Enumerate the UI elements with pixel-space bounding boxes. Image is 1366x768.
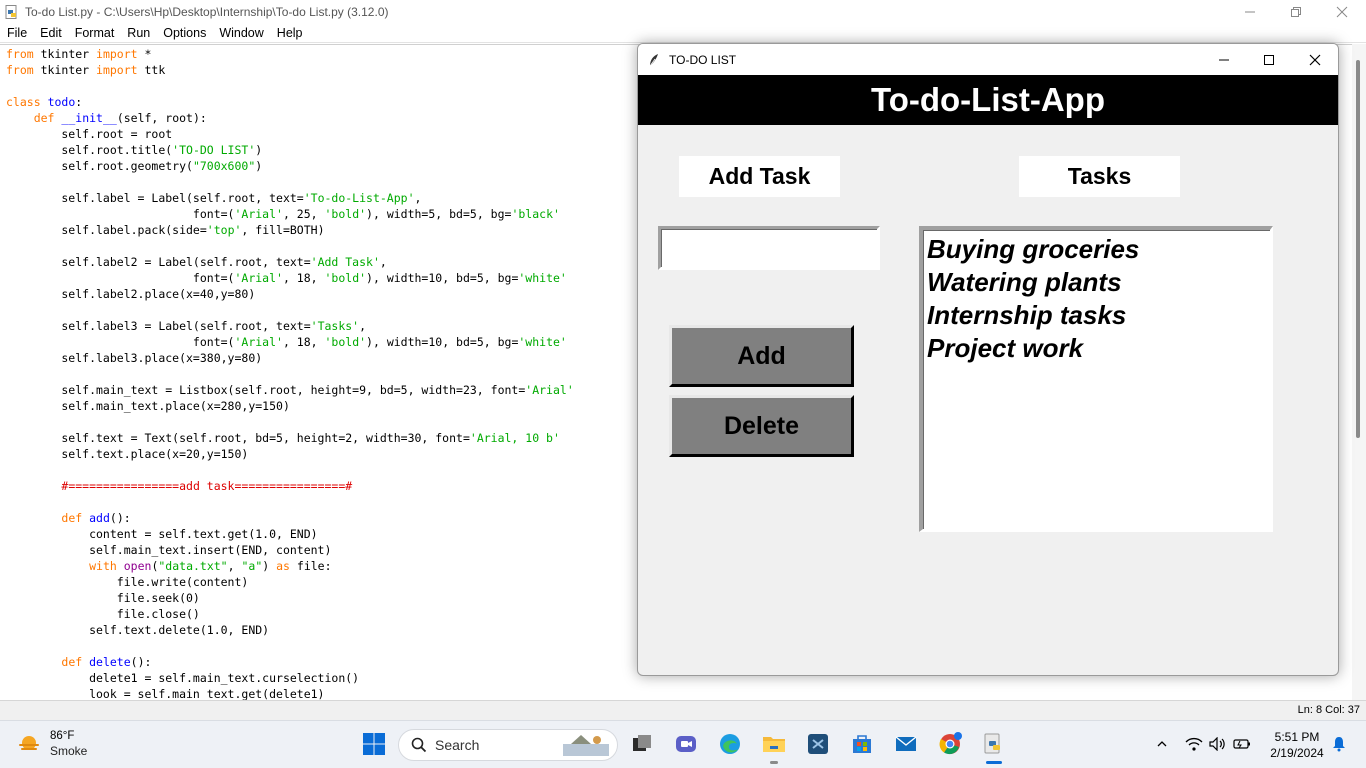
list-item[interactable]: Buying groceries — [927, 233, 1270, 266]
add-task-label: Add Task — [679, 156, 840, 197]
scrollbar-thumb[interactable] — [1356, 60, 1360, 438]
folder-icon — [763, 737, 785, 752]
volume-button[interactable] — [1206, 730, 1230, 758]
bell-icon — [1333, 737, 1345, 752]
task-input[interactable] — [658, 226, 880, 270]
close-icon — [1309, 54, 1321, 65]
python-button[interactable] — [980, 730, 1008, 758]
task-listbox[interactable]: Buying groceries Watering plants Interns… — [919, 226, 1273, 532]
vscode-button[interactable] — [804, 730, 832, 758]
weather-temp: 86°F — [50, 730, 75, 742]
minimize-icon — [1245, 11, 1255, 12]
todo-maximize-button[interactable] — [1246, 44, 1292, 75]
show-hidden-icons-button[interactable] — [1150, 730, 1174, 758]
search-highlight-icon — [563, 735, 609, 756]
wifi-icon — [1185, 737, 1203, 751]
teams-chat-button[interactable] — [672, 730, 700, 758]
todo-window-title: TO-DO LIST — [669, 52, 737, 67]
store-icon — [853, 735, 871, 753]
code-text: from tkinter import * from tkinter impor… — [6, 47, 574, 700]
minimize-button[interactable] — [1227, 0, 1273, 23]
chat-icon — [676, 736, 696, 752]
taskbar: 86°F Smoke Search 5:51 PM 2/19/2024 — [0, 720, 1366, 768]
code-editor-icon — [808, 734, 828, 754]
edge-icon — [720, 734, 740, 754]
minimize-icon — [1219, 59, 1229, 60]
weather-widget[interactable]: 86°F Smoke — [16, 729, 87, 759]
start-button[interactable] — [360, 730, 388, 758]
python-file-icon — [5, 4, 17, 19]
taskbar-search[interactable]: Search — [398, 729, 618, 761]
task-view-button[interactable] — [628, 730, 656, 758]
restore-icon — [1291, 6, 1301, 17]
clock-date: 2/19/2024 — [1270, 746, 1324, 760]
app-title: To-do-List-App — [871, 81, 1105, 118]
add-button[interactable]: Add — [669, 325, 854, 387]
search-label: Search — [435, 737, 480, 753]
task-list: Buying groceries Watering plants Interns… — [923, 230, 1270, 529]
menu-window[interactable]: Window — [212, 26, 269, 40]
list-item[interactable]: Internship tasks — [927, 299, 1270, 332]
list-item[interactable]: Project work — [927, 332, 1270, 365]
edge-button[interactable] — [716, 730, 744, 758]
python-icon — [984, 733, 1000, 754]
active-indicator — [986, 761, 1002, 764]
editor-scrollbar[interactable] — [1352, 44, 1366, 700]
mail-icon — [895, 736, 917, 751]
store-button[interactable] — [848, 730, 876, 758]
battery-button[interactable] — [1230, 730, 1254, 758]
mail-button[interactable] — [892, 730, 920, 758]
idle-menubar: File Edit Format Run Options Window Help — [0, 23, 1366, 43]
menu-options[interactable]: Options — [156, 26, 212, 40]
tasks-label: Tasks — [1019, 156, 1180, 197]
search-icon — [411, 737, 427, 753]
battery-icon — [1233, 739, 1250, 749]
task-view-icon — [633, 735, 651, 751]
menu-run[interactable]: Run — [120, 26, 156, 40]
file-explorer-button[interactable] — [760, 730, 788, 758]
cursor-position: Ln: 8 Col: 37 — [1297, 704, 1360, 716]
chrome-button[interactable] — [936, 730, 964, 758]
menu-help[interactable]: Help — [270, 26, 309, 40]
sun-haze-icon — [19, 736, 39, 750]
app-header: To-do-List-App — [638, 75, 1338, 125]
todo-close-button[interactable] — [1292, 44, 1338, 75]
delete-button[interactable]: Delete — [669, 395, 854, 457]
active-indicator — [770, 761, 778, 764]
notifications-button[interactable] — [1328, 730, 1350, 758]
status-bar: Ln: 8 Col: 37 — [0, 700, 1366, 720]
taskbar-clock[interactable]: 5:51 PM 2/19/2024 — [1266, 729, 1328, 761]
todo-titlebar: TO-DO LIST — [638, 44, 1338, 75]
restore-button[interactable] — [1273, 0, 1319, 23]
menu-edit[interactable]: Edit — [33, 26, 68, 40]
todo-minimize-button[interactable] — [1201, 44, 1247, 75]
maximize-icon — [1264, 54, 1274, 65]
list-item[interactable]: Watering plants — [927, 266, 1270, 299]
window-title: To-do List.py - C:\Users\Hp\Desktop\Inte… — [25, 4, 389, 19]
menu-file[interactable]: File — [0, 26, 33, 40]
wifi-button[interactable] — [1182, 730, 1206, 758]
windows-icon — [363, 733, 385, 755]
speaker-icon — [1209, 737, 1225, 751]
todo-app-window: TO-DO LIST To-do-List-App Add Task Tasks… — [637, 43, 1339, 676]
close-button[interactable] — [1319, 0, 1365, 23]
menu-format[interactable]: Format — [68, 26, 121, 40]
close-icon — [1336, 6, 1348, 17]
idle-titlebar: To-do List.py - C:\Users\Hp\Desktop\Inte… — [0, 0, 1366, 23]
task-input-field[interactable] — [661, 229, 877, 267]
weather-condition: Smoke — [50, 744, 88, 758]
clock-time: 5:51 PM — [1274, 730, 1320, 744]
tk-feather-icon — [649, 53, 658, 66]
chrome-icon — [939, 732, 962, 755]
chevron-up-icon — [1157, 741, 1167, 747]
